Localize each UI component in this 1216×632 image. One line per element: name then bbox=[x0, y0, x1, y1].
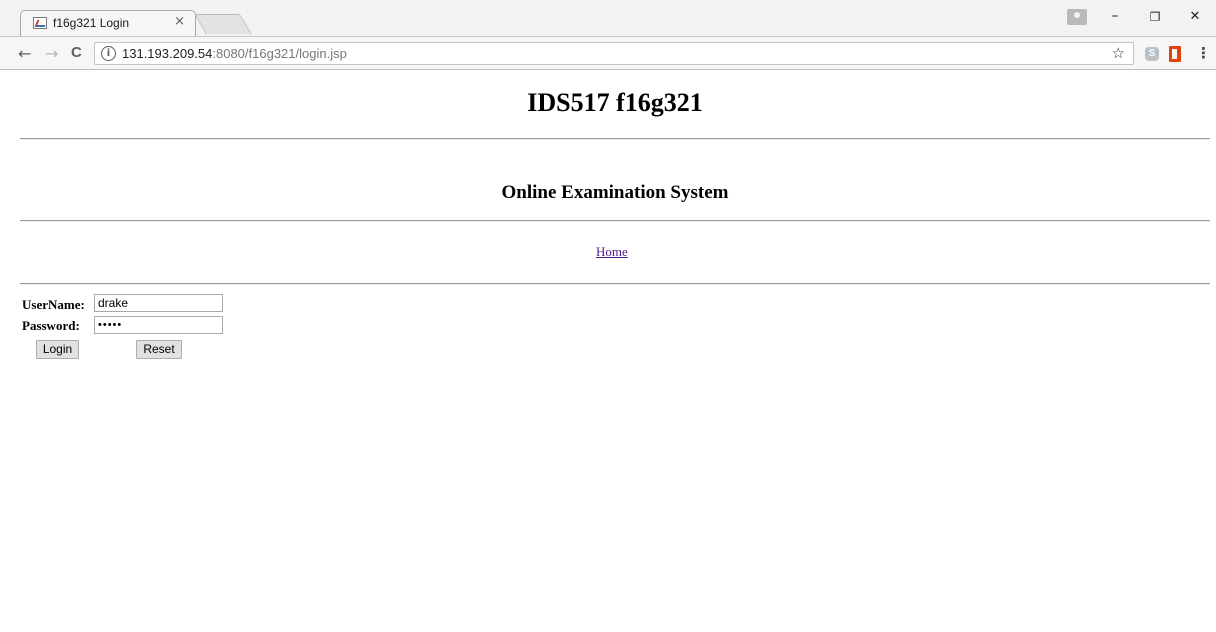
password-field[interactable] bbox=[94, 316, 223, 334]
url-host: 131.193.209.54 bbox=[122, 46, 213, 61]
tab-title: f16g321 Login bbox=[53, 16, 130, 30]
close-window-button[interactable]: ✕ bbox=[1185, 9, 1205, 24]
username-label: UserName: bbox=[22, 297, 85, 312]
reload-icon[interactable]: C bbox=[71, 44, 82, 61]
skype-extension-icon[interactable]: S bbox=[1145, 47, 1159, 61]
new-tab-button[interactable] bbox=[194, 14, 252, 34]
info-icon[interactable]: i bbox=[101, 46, 116, 61]
reset-button[interactable]: Reset bbox=[136, 340, 182, 359]
bookmark-star-icon[interactable]: ☆ bbox=[1112, 44, 1125, 62]
address-bar[interactable]: i 131.193.209.54:8080/f16g321/login.jsp … bbox=[94, 42, 1134, 65]
divider bbox=[20, 220, 1210, 222]
browser-titlebar: f16g321 Login × – ❐ ✕ bbox=[0, 0, 1216, 36]
browser-menu-icon[interactable]: ⋮ bbox=[1196, 44, 1211, 62]
forward-icon[interactable]: → bbox=[45, 44, 58, 63]
tab-close-icon[interactable]: × bbox=[174, 14, 185, 29]
home-link[interactable]: Home bbox=[596, 244, 628, 260]
profile-icon[interactable] bbox=[1067, 9, 1087, 25]
favicon-icon bbox=[33, 17, 47, 29]
restore-button[interactable]: ❐ bbox=[1145, 10, 1165, 24]
page-title: IDS517 f16g321 bbox=[527, 88, 703, 117]
minimize-button[interactable]: – bbox=[1105, 8, 1125, 24]
office-extension-icon[interactable] bbox=[1169, 46, 1181, 62]
page-content: IDS517 f16g321 Online Examination System… bbox=[0, 70, 1216, 632]
url-text[interactable]: 131.193.209.54:8080/f16g321/login.jsp bbox=[122, 46, 347, 61]
divider bbox=[20, 283, 1210, 285]
login-button[interactable]: Login bbox=[36, 340, 79, 359]
page-subtitle: Online Examination System bbox=[501, 182, 729, 203]
divider bbox=[20, 138, 1210, 140]
browser-tab[interactable]: f16g321 Login × bbox=[20, 10, 196, 36]
browser-toolbar: ← → C i 131.193.209.54:8080/f16g321/logi… bbox=[0, 36, 1216, 70]
url-path: :8080/f16g321/login.jsp bbox=[212, 46, 347, 61]
username-field[interactable] bbox=[94, 294, 223, 312]
password-label: Password: bbox=[22, 318, 80, 333]
back-icon[interactable]: ← bbox=[18, 44, 31, 63]
